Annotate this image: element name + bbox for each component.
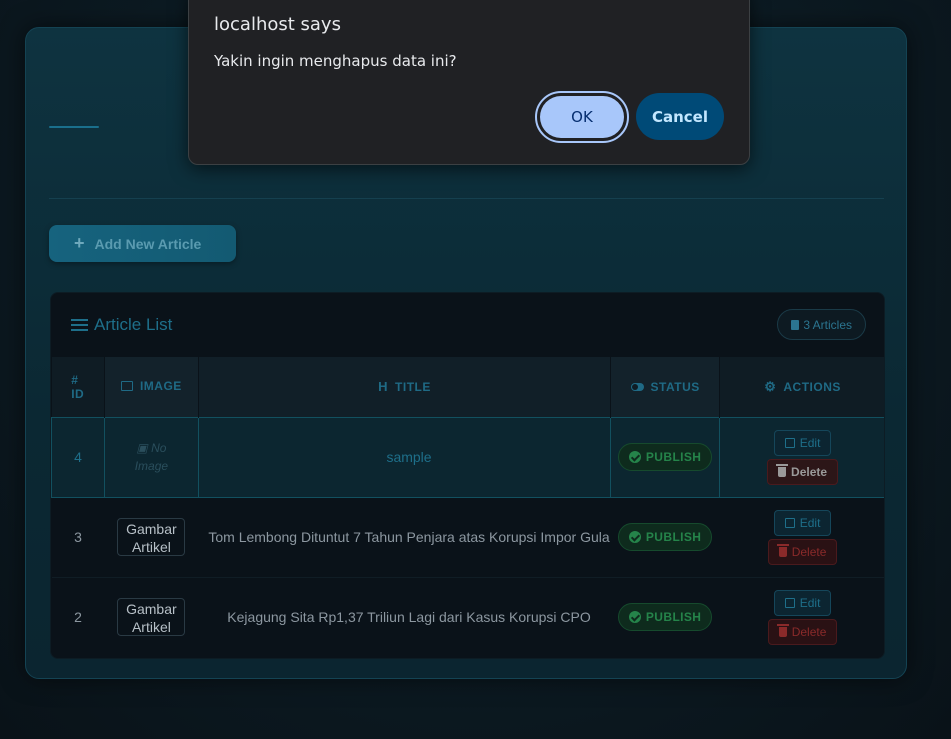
table-row[interactable]: 2 Gambar Artikel Kejagung Sita Rp1,37 Tr…: [51, 576, 884, 657]
row-actions: Edit Delete: [719, 416, 884, 498]
delete-label: Delete: [791, 544, 827, 559]
row-image: Gambar Artikel: [104, 576, 199, 657]
row-actions: Edit Delete: [719, 576, 884, 657]
delete-button[interactable]: Delete: [767, 538, 838, 565]
panel-title: Article List: [71, 315, 172, 335]
row-id: 3: [51, 496, 105, 577]
row-id: 2: [51, 576, 105, 657]
edit-label: Edit: [799, 595, 821, 610]
check-circle-icon: [628, 531, 641, 543]
toggle-icon: [630, 382, 644, 391]
image-icon: ▣: [136, 441, 148, 455]
article-list-panel: Article List 3 Articles # ID IMAGE H TIT…: [50, 292, 885, 659]
file-icon: [791, 319, 800, 330]
status-text: PUBLISH: [645, 450, 702, 464]
section-divider: [49, 198, 884, 199]
table-row[interactable]: 3 Gambar Artikel Tom Lembong Dituntut 7 …: [51, 496, 884, 577]
edit-icon: [784, 597, 795, 608]
no-image-text-2: Image: [134, 459, 169, 473]
article-thumbnail: Gambar Artikel: [117, 518, 186, 556]
thumb-alt-1: Gambar: [126, 521, 177, 537]
article-count-text: 3 Articles: [803, 317, 852, 332]
add-article-label: Add New Article: [94, 235, 202, 252]
edit-label: Edit: [799, 435, 821, 450]
delete-label: Delete: [791, 624, 827, 639]
dialog-message: Yakin ingin menghapus data ini?: [214, 52, 457, 70]
thumb-alt-2: Artikel: [131, 539, 171, 555]
row-status: PUBLISH: [610, 576, 720, 657]
ok-button[interactable]: OK: [535, 91, 629, 143]
thumb-alt-2: Artikel: [131, 619, 171, 636]
th-id-label: ID: [71, 386, 85, 401]
add-article-button[interactable]: + Add New Article: [49, 225, 236, 262]
th-id[interactable]: # ID: [51, 357, 105, 417]
row-id: 4: [51, 416, 105, 498]
article-count-badge: 3 Articles: [777, 309, 866, 340]
row-image: ▣ No Image: [103, 416, 199, 498]
th-status-label: STATUS: [650, 379, 700, 394]
check-circle-icon: [628, 611, 641, 624]
status-badge: PUBLISH: [617, 523, 713, 551]
th-title-label: TITLE: [395, 379, 431, 394]
dialog-title: localhost says: [214, 14, 341, 35]
panel-title-text: Article List: [94, 315, 173, 334]
image-icon: [120, 381, 133, 392]
check-circle-icon: [628, 451, 641, 463]
article-table: # ID IMAGE H TITLE STATUS ⚙ ACTIONS 4 ▣ …: [51, 357, 884, 657]
th-title[interactable]: H TITLE: [198, 357, 612, 417]
edit-button[interactable]: Edit: [773, 509, 832, 536]
delete-button[interactable]: Delete: [767, 458, 839, 485]
delete-button[interactable]: Delete: [767, 618, 838, 645]
no-image-text-1: No: [151, 441, 167, 455]
status-text: PUBLISH: [645, 610, 702, 625]
hash-icon: #: [71, 372, 79, 387]
th-actions-label: ACTIONS: [783, 379, 841, 394]
edit-button[interactable]: Edit: [773, 429, 832, 456]
row-image: Gambar Artikel: [104, 496, 199, 577]
row-status: PUBLISH: [610, 496, 720, 577]
thumb-alt-1: Gambar: [126, 601, 177, 618]
status-text: PUBLISH: [645, 530, 702, 544]
table-header-row: # ID IMAGE H TITLE STATUS ⚙ ACTIONS: [51, 357, 884, 417]
status-badge: PUBLISH: [617, 603, 713, 632]
th-status[interactable]: STATUS: [610, 357, 721, 417]
edit-button[interactable]: Edit: [773, 589, 832, 616]
edit-icon: [784, 517, 795, 528]
row-status: PUBLISH: [610, 416, 721, 498]
th-image-label: IMAGE: [139, 379, 182, 394]
trash-icon: [776, 543, 789, 557]
th-actions: ⚙ ACTIONS: [719, 357, 884, 417]
article-thumbnail: Gambar Artikel: [117, 598, 186, 637]
trash-icon: [776, 463, 789, 477]
confirm-dialog: localhost says Yakin ingin menghapus dat…: [188, 0, 750, 165]
ok-label: OK: [540, 96, 624, 138]
row-title: sample: [197, 416, 612, 498]
panel-header: Article List 3 Articles: [51, 293, 884, 357]
plus-icon: +: [74, 233, 85, 253]
gears-icon: ⚙: [764, 378, 777, 394]
cancel-button[interactable]: Cancel: [636, 93, 724, 140]
row-title: Kejagung Sita Rp1,37 Triliun Lagi dari K…: [198, 576, 611, 657]
heading-icon: H: [378, 379, 389, 395]
table-row[interactable]: 4 ▣ No Image sample PUBLISH Edit Delete: [51, 416, 884, 498]
edit-icon: [784, 437, 795, 448]
status-badge: PUBLISH: [617, 443, 713, 471]
edit-label: Edit: [799, 515, 821, 530]
title-underline: [49, 126, 99, 128]
th-image[interactable]: IMAGE: [104, 357, 199, 417]
row-title: Tom Lembong Dituntut 7 Tahun Penjara ata…: [198, 496, 611, 577]
delete-label: Delete: [791, 464, 828, 479]
row-actions: Edit Delete: [719, 496, 884, 577]
trash-icon: [776, 623, 789, 637]
list-icon: [71, 318, 88, 332]
